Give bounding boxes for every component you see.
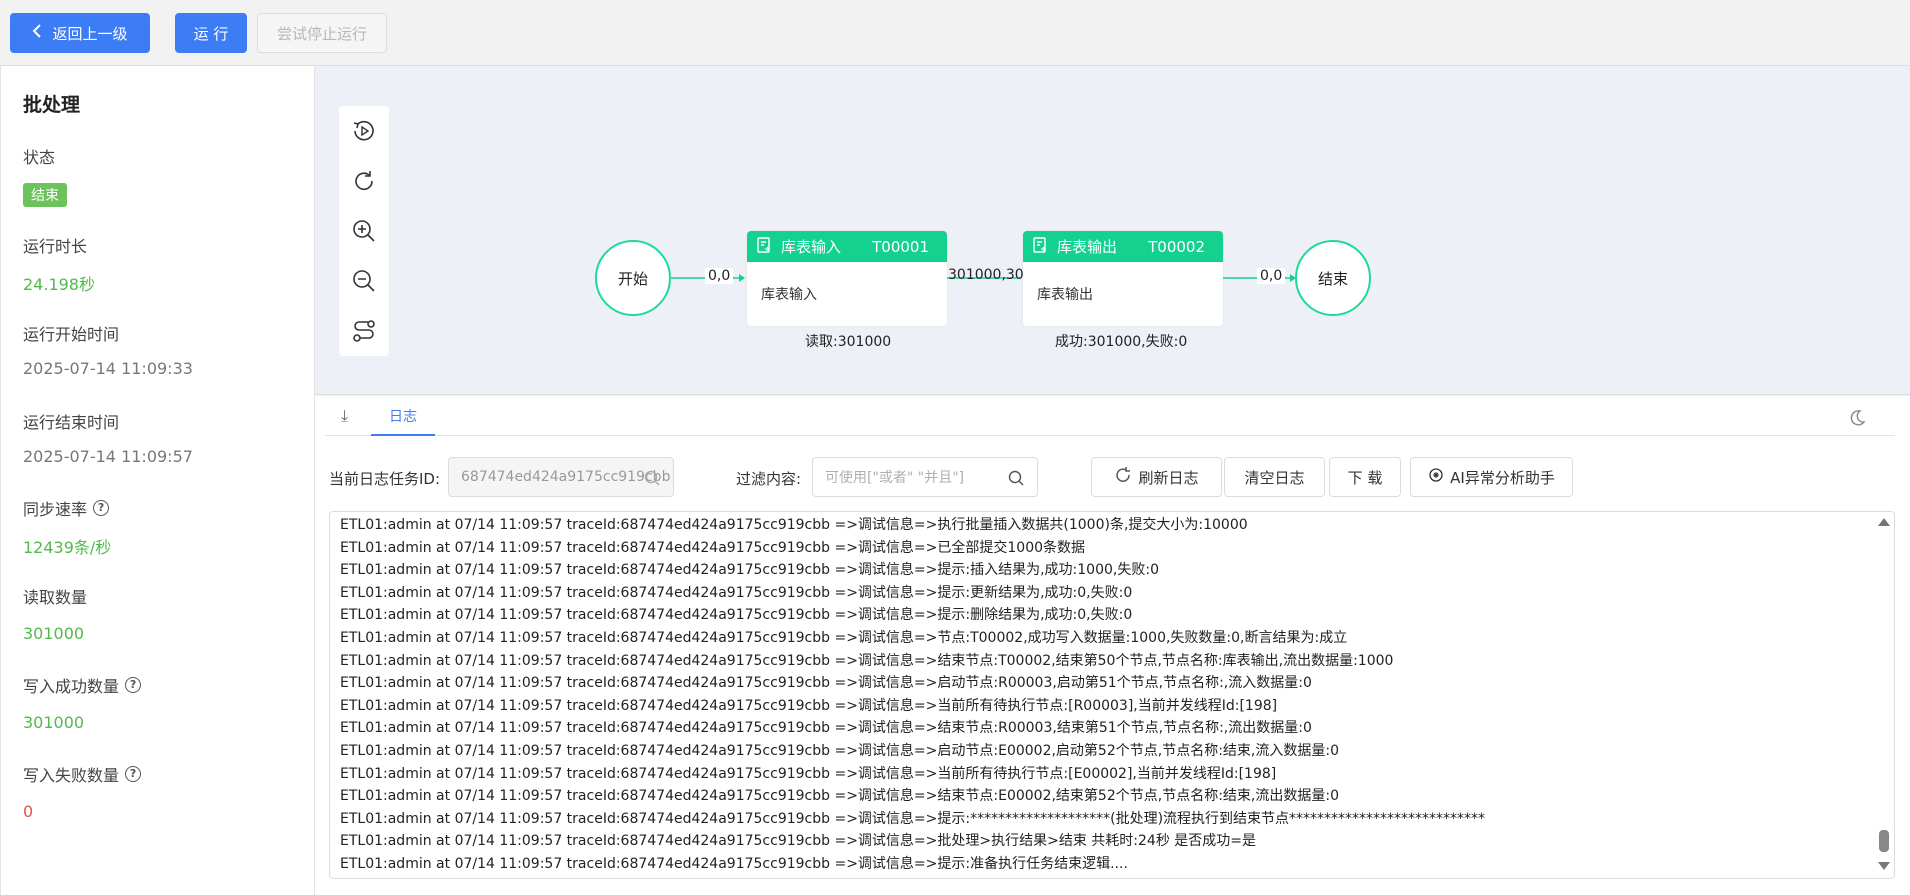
clear-log-button[interactable]: 清空日志 [1224, 457, 1325, 497]
log-line: ETL01:admin at 07/14 11:09:57 traceId:68… [340, 788, 1339, 805]
back-button[interactable]: 返回上一级 [10, 13, 150, 53]
task-name: 库表输出 [1057, 238, 1118, 256]
rate-value: 12439条/秒 [23, 538, 112, 557]
task-code: T00001 [872, 237, 929, 256]
start-time-label: 运行开始时间 [23, 325, 120, 344]
task-node-header: 库表输出 T00002 [1023, 231, 1223, 262]
refresh-log-button[interactable]: 刷新日志 [1091, 457, 1222, 497]
table-output-icon [1031, 236, 1049, 258]
log-line: ETL01:admin at 07/14 11:09:57 traceId:68… [340, 652, 1394, 669]
ai-icon [1428, 467, 1444, 487]
tab-log[interactable]: 日志 [371, 396, 435, 436]
filter-input[interactable]: 可使用["或者" "并且"] [812, 457, 1038, 497]
edge-label: 0,0 [705, 268, 734, 284]
help-icon[interactable]: ? [93, 500, 110, 516]
scrollbar-thumb[interactable] [1879, 830, 1889, 852]
back-button-label: 返回上一级 [52, 24, 128, 43]
status-badge: 结束 [23, 183, 67, 207]
write-fail-label: 写入失败数量 ? [23, 762, 142, 786]
table-input-icon [755, 236, 773, 258]
log-line: ETL01:admin at 07/14 11:09:57 traceId:68… [340, 629, 1348, 646]
read-count-value: 301000 [23, 624, 85, 643]
log-line: ETL01:admin at 07/14 11:09:57 traceId:68… [340, 675, 1312, 692]
end-node[interactable]: 结束 [1295, 240, 1371, 316]
task-code: T00002 [1148, 237, 1205, 256]
help-icon[interactable]: ? [125, 766, 142, 782]
run-summary-panel: 批处理 状态 结束 运行时长 24.198秒 运行开始时间 2025-07-14… [0, 66, 315, 895]
moon-icon[interactable] [1847, 408, 1867, 432]
rate-label: 同步速率 ? [23, 496, 110, 520]
log-lines: ETL01:admin at 07/14 11:09:57 traceId:68… [340, 514, 1864, 876]
scroll-down-arrow[interactable] [1878, 862, 1890, 870]
start-node[interactable]: 开始 [595, 240, 671, 316]
write-success-value: 301000 [23, 713, 85, 732]
top-toolbar: 返回上一级 运 行 尝试停止运行 [0, 0, 1910, 66]
log-line: ETL01:admin at 07/14 11:09:57 traceId:68… [340, 517, 1248, 533]
scroll-up-arrow[interactable] [1878, 518, 1890, 526]
log-output[interactable]: ETL01:admin at 07/14 11:09:57 traceId:68… [329, 511, 1895, 879]
ai-analysis-button[interactable]: AI异常分析助手 [1410, 457, 1573, 497]
task-caption: 读取:301000 [805, 334, 892, 350]
help-icon[interactable]: ? [125, 677, 142, 693]
log-line: ETL01:admin at 07/14 11:09:57 traceId:68… [340, 697, 1278, 714]
log-line: ETL01:admin at 07/14 11:09:57 traceId:68… [340, 562, 1159, 579]
filter-label: 过滤内容: [736, 470, 802, 488]
log-line: ETL01:admin at 07/14 11:09:57 traceId:68… [340, 810, 1486, 827]
download-log-button[interactable]: 下 载 [1329, 457, 1401, 497]
log-tabbar: ⤓ 日志 [325, 396, 1895, 436]
edge-label: 0,0 [1257, 268, 1286, 284]
task-description: 库表输出 [1037, 287, 1093, 303]
task-node-input[interactable]: 库表输入 T00001 库表输入 [747, 231, 947, 326]
status-label: 状态 [23, 148, 56, 167]
task-id-label: 当前日志任务ID: [329, 470, 441, 488]
task-description: 库表输入 [761, 287, 817, 303]
write-success-label: 写入成功数量 ? [23, 673, 142, 697]
search-icon [643, 469, 661, 491]
task-node-output[interactable]: 库表输出 T00002 库表输出 [1023, 231, 1223, 326]
log-line: ETL01:admin at 07/14 11:09:57 traceId:68… [340, 765, 1277, 782]
log-line: ETL01:admin at 07/14 11:09:57 traceId:68… [340, 742, 1339, 759]
log-line: ETL01:admin at 07/14 11:09:57 traceId:68… [340, 855, 1128, 872]
end-time-label: 运行结束时间 [23, 413, 120, 432]
task-node-header: 库表输入 T00001 [747, 231, 947, 262]
log-panel: ⤓ 日志 当前日志任务ID: 687474ed424a9175cc919cbb … [315, 396, 1910, 895]
log-line: ETL01:admin at 07/14 11:09:57 traceId:68… [340, 833, 1257, 850]
flow-canvas[interactable]: 开始 0,0 库表输入 T00001 库表输入 读取:301000 301000… [315, 66, 1910, 395]
log-line: ETL01:admin at 07/14 11:09:57 traceId:68… [340, 720, 1312, 737]
log-line: ETL01:admin at 07/14 11:09:57 traceId:68… [340, 539, 1086, 556]
download-tab-icon[interactable]: ⤓ [341, 406, 348, 426]
panel-title: 批处理 [23, 94, 81, 116]
log-line: ETL01:admin at 07/14 11:09:57 traceId:68… [340, 607, 1133, 624]
duration-label: 运行时长 [23, 237, 88, 256]
refresh-icon [1114, 466, 1132, 488]
task-name: 库表输入 [781, 238, 842, 256]
task-id-input[interactable]: 687474ed424a9175cc919cbb [448, 457, 674, 497]
log-line: ETL01:admin at 07/14 11:09:57 traceId:68… [340, 584, 1133, 601]
start-time-value: 2025-07-14 11:09:33 [23, 359, 193, 378]
stop-button[interactable]: 尝试停止运行 [257, 13, 387, 53]
run-button[interactable]: 运 行 [175, 13, 247, 53]
stop-button-label: 尝试停止运行 [276, 24, 367, 43]
task-caption: 成功:301000,失败:0 [1055, 334, 1188, 350]
search-icon[interactable] [1007, 469, 1025, 491]
end-time-value: 2025-07-14 11:09:57 [23, 447, 193, 466]
run-button-label: 运 行 [193, 24, 229, 43]
chevron-left-icon [32, 24, 42, 42]
duration-value: 24.198秒 [23, 275, 95, 294]
read-count-label: 读取数量 [23, 588, 88, 607]
write-fail-value: 0 [23, 802, 34, 821]
